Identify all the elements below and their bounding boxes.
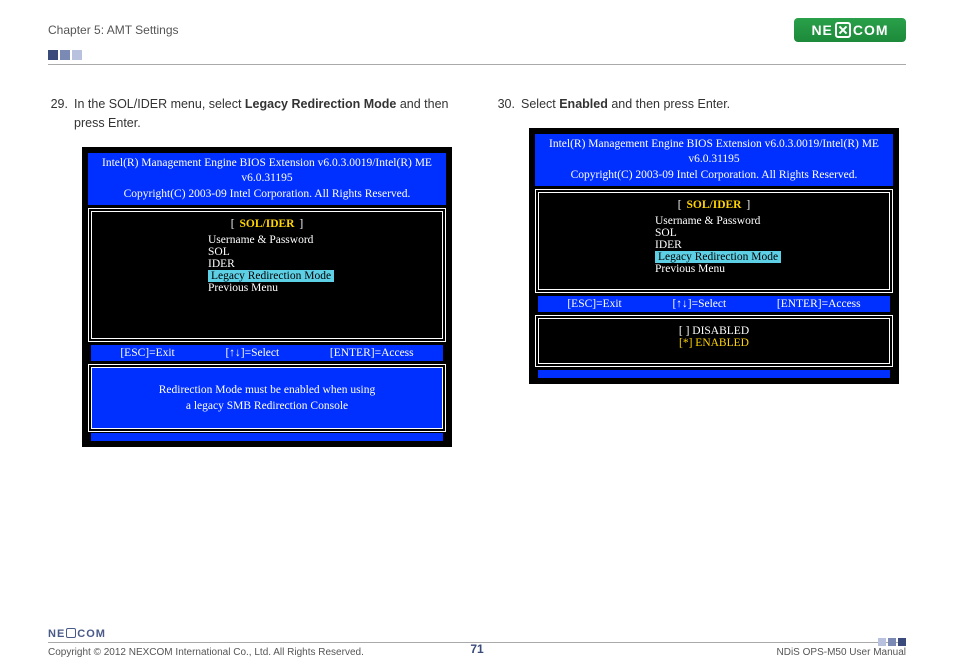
bios-title-1: Intel(R) Management Engine BIOS Extensio… <box>92 156 442 187</box>
step-text-after: and then press Enter. <box>608 97 730 111</box>
nav-enter: [ENTER]=Access <box>330 347 414 359</box>
bracket-close: ] <box>746 199 750 211</box>
menu-item-legacy-highlighted[interactable]: Legacy Redirection Mode <box>655 251 781 263</box>
logo-text-left: NE <box>811 22 832 38</box>
bios-options-box: [ ] DISABLED [*] ENABLED <box>538 318 890 364</box>
menu-item-sol[interactable]: SOL <box>655 227 883 239</box>
bios-section-title: [ SOL/IDER ] <box>545 199 883 211</box>
msg-line-1: Redirection Mode must be enabled when us… <box>100 382 434 398</box>
footer-logo-right: COM <box>77 628 106 640</box>
bios-title-2: Copyright(C) 2003-09 Intel Corporation. … <box>539 168 889 184</box>
bios-message-box: Redirection Mode must be enabled when us… <box>91 367 443 429</box>
section-name: SOL/IDER <box>238 218 297 230</box>
footer-logo-left: NE <box>48 628 65 640</box>
bios-nav-bar: [ESC]=Exit [↑↓]=Select [ENTER]=Access <box>91 345 443 361</box>
menu-item-ider[interactable]: IDER <box>208 258 436 270</box>
chapter-title: Chapter 5: AMT Settings <box>48 23 179 37</box>
bios-nav-bar: [ESC]=Exit [↑↓]=Select [ENTER]=Access <box>538 296 890 312</box>
nav-esc: [ESC]=Exit <box>120 347 174 359</box>
nav-esc: [ESC]=Exit <box>567 298 621 310</box>
bios-header: Intel(R) Management Engine BIOS Extensio… <box>535 134 893 187</box>
step-text-bold: Legacy Redirection Mode <box>245 97 396 111</box>
bios-screenshot-30: Intel(R) Management Engine BIOS Extensio… <box>529 128 899 385</box>
footer-logo-x-icon <box>66 628 76 638</box>
step-number: 29. <box>48 95 74 133</box>
bios-screenshot-29: Intel(R) Management Engine BIOS Extensio… <box>82 147 452 448</box>
bios-header: Intel(R) Management Engine BIOS Extensio… <box>88 153 446 206</box>
step-text-bold: Enabled <box>559 97 608 111</box>
bracket-open: [ <box>231 218 235 230</box>
option-disabled[interactable]: [ ] DISABLED <box>545 325 883 337</box>
step-29: 29. In the SOL/IDER menu, select Legacy … <box>48 95 459 133</box>
bracket-close: ] <box>299 218 303 230</box>
option-enabled-selected[interactable]: [*] ENABLED <box>545 337 883 349</box>
nexcom-logo: NE COM <box>794 18 906 42</box>
nav-select: [↑↓]=Select <box>225 347 279 359</box>
bracket-open: [ <box>678 199 682 211</box>
logo-text-right: COM <box>853 22 889 38</box>
section-name: SOL/IDER <box>685 199 744 211</box>
header-divider <box>48 64 906 65</box>
step-text-before: In the SOL/IDER menu, select <box>74 97 245 111</box>
nav-select: [↑↓]=Select <box>672 298 726 310</box>
bios-end-bar <box>91 433 443 441</box>
footer-copyright: Copyright © 2012 NEXCOM International Co… <box>48 647 364 658</box>
step-number: 30. <box>495 95 521 114</box>
bios-end-bar <box>538 370 890 378</box>
msg-line-2: a legacy SMB Redirection Console <box>100 398 434 414</box>
decorative-squares <box>48 50 906 60</box>
footer-manual-name: NDiS OPS-M50 User Manual <box>777 647 906 658</box>
menu-item-prev[interactable]: Previous Menu <box>208 282 436 294</box>
nav-enter: [ENTER]=Access <box>777 298 861 310</box>
bios-body: [ SOL/IDER ] Username & Password SOL IDE… <box>91 211 443 339</box>
page-number: 71 <box>470 642 483 656</box>
logo-x-icon <box>835 22 851 38</box>
bios-section-title: [ SOL/IDER ] <box>98 218 436 230</box>
footer-logo: NE COM <box>48 627 906 640</box>
bios-body: [ SOL/IDER ] Username & Password SOL IDE… <box>538 192 890 290</box>
menu-item-userpass[interactable]: Username & Password <box>655 215 883 227</box>
step-text-before: Select <box>521 97 559 111</box>
bios-title-1: Intel(R) Management Engine BIOS Extensio… <box>539 137 889 168</box>
menu-item-ider[interactable]: IDER <box>655 239 883 251</box>
step-30: 30. Select Enabled and then press Enter. <box>495 95 906 114</box>
menu-item-userpass[interactable]: Username & Password <box>208 234 436 246</box>
menu-item-legacy-highlighted[interactable]: Legacy Redirection Mode <box>208 270 334 282</box>
bios-title-2: Copyright(C) 2003-09 Intel Corporation. … <box>92 187 442 203</box>
footer-decorative-squares <box>878 638 906 646</box>
menu-item-sol[interactable]: SOL <box>208 246 436 258</box>
menu-item-prev[interactable]: Previous Menu <box>655 263 883 275</box>
